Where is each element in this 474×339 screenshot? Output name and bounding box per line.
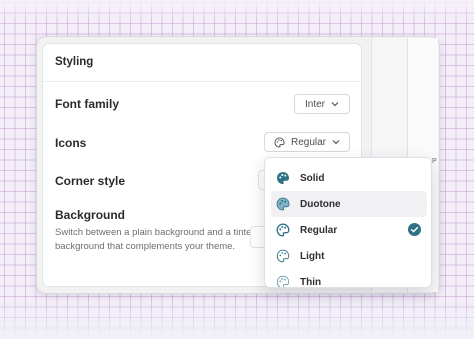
icons-value: Regular	[290, 136, 327, 148]
icons-label: Icons	[55, 136, 87, 150]
font-family-select[interactable]: Inter	[294, 94, 350, 114]
icon-style-dropdown: Solid Duotone Regular Light Thin	[264, 157, 432, 288]
palette-regular-icon	[276, 223, 290, 237]
font-family-value: Inter	[304, 98, 325, 110]
background-fade-top	[0, 0, 474, 20]
palette-light-icon	[276, 249, 290, 263]
palette-duotone-icon	[276, 197, 290, 211]
corner-style-label: Corner style	[55, 174, 126, 188]
panel-title: Styling	[43, 44, 361, 82]
background-description: Switch between a plain background and a …	[55, 227, 257, 252]
chevron-down-icon	[332, 140, 340, 145]
background-fade-bottom	[0, 300, 474, 339]
dropdown-option-regular[interactable]: Regular	[271, 217, 427, 243]
dropdown-option-thin[interactable]: Thin	[271, 269, 427, 288]
checkmark-icon	[408, 223, 421, 236]
dropdown-option-label: Duotone	[300, 198, 341, 210]
dropdown-option-label: Regular	[300, 224, 338, 236]
icons-select[interactable]: Regular	[264, 132, 350, 152]
dropdown-option-solid[interactable]: Solid	[271, 165, 427, 191]
dropdown-option-light[interactable]: Light	[271, 243, 427, 269]
font-family-label: Font family	[55, 97, 120, 111]
palette-regular-icon	[274, 136, 285, 148]
palette-thin-icon	[276, 275, 290, 287]
dropdown-option-label: Light	[300, 250, 325, 262]
palette-solid-icon	[277, 172, 289, 184]
dropdown-option-label: Thin	[300, 276, 322, 288]
preview-glyph: P	[432, 158, 437, 165]
dropdown-option-duotone[interactable]: Duotone	[271, 191, 427, 217]
chevron-down-icon	[331, 102, 339, 107]
dropdown-option-label: Solid	[300, 172, 325, 184]
background-label: Background	[55, 208, 126, 222]
